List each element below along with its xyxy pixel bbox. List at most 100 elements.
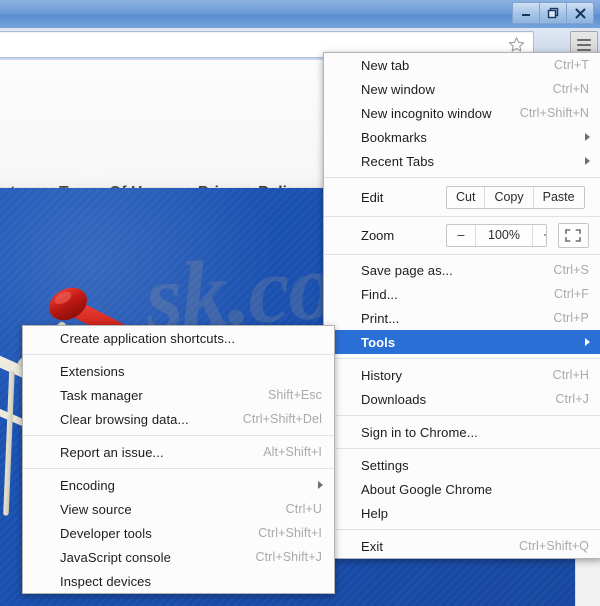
menu-item-shortcut: Ctrl+F <box>554 287 589 301</box>
menu-item-shortcut: Ctrl+Shift+Del <box>242 412 322 426</box>
menu-item-settings[interactable]: Settings <box>324 453 600 477</box>
edit-button-group: Cut Copy Paste <box>446 186 585 209</box>
menu-item-shortcut: Ctrl+Shift+J <box>255 550 322 564</box>
fullscreen-icon <box>565 229 582 242</box>
menu-separator <box>324 177 600 178</box>
menu-item-label: Settings <box>361 457 409 473</box>
menu-item-label: Bookmarks <box>361 129 427 145</box>
menu-item-label: Save page as... <box>361 262 453 278</box>
hamburger-icon-line <box>577 48 591 51</box>
menu-item-label: Zoom <box>361 228 395 243</box>
hamburger-icon-line <box>577 38 591 41</box>
menu-item-label: Developer tools <box>60 525 152 541</box>
menu-item-label: Report an issue... <box>60 444 164 460</box>
submenu-item-javascript-console[interactable]: JavaScript console Ctrl+Shift+J <box>23 545 334 569</box>
menu-item-tools[interactable]: Tools <box>324 330 600 354</box>
zoom-in-button[interactable]: + <box>533 225 546 246</box>
menu-item-history[interactable]: History Ctrl+H <box>324 363 600 387</box>
menu-item-shortcut: Alt+Shift+I <box>263 445 322 459</box>
menu-item-exit[interactable]: Exit Ctrl+Shift+Q <box>324 534 600 558</box>
menu-item-save-page-as[interactable]: Save page as... Ctrl+S <box>324 258 600 282</box>
restore-button[interactable] <box>540 2 567 24</box>
menu-separator <box>23 435 334 436</box>
menu-separator <box>324 415 600 416</box>
menu-separator <box>324 358 600 359</box>
submenu-item-inspect-devices[interactable]: Inspect devices <box>23 569 334 593</box>
paste-button[interactable]: Paste <box>533 187 584 208</box>
menu-item-about-google-chrome[interactable]: About Google Chrome <box>324 477 600 501</box>
chrome-main-menu: New tab Ctrl+T New window Ctrl+N New inc… <box>323 52 600 559</box>
menu-item-shortcut: Ctrl+H <box>552 368 589 382</box>
menu-item-shortcut: Ctrl+Shift+I <box>258 526 322 540</box>
copy-button[interactable]: Copy <box>485 187 534 208</box>
chevron-right-icon <box>585 157 590 165</box>
menu-item-new-window[interactable]: New window Ctrl+N <box>324 77 600 101</box>
chevron-right-icon <box>318 481 323 489</box>
browser-window: out Terms Of Use Privacy Policy <box>0 0 600 606</box>
menu-item-shortcut: Ctrl+P <box>553 311 589 325</box>
menu-item-label: JavaScript console <box>60 549 171 565</box>
menu-item-label: Inspect devices <box>60 573 152 589</box>
menu-item-shortcut: Shift+Esc <box>267 388 322 402</box>
tools-submenu: Create application shortcuts... Extensio… <box>22 325 335 594</box>
menu-item-label: Recent Tabs <box>361 153 435 169</box>
chevron-right-icon <box>585 133 590 141</box>
menu-item-label: Exit <box>361 538 384 554</box>
restore-icon <box>547 7 558 18</box>
menu-item-print[interactable]: Print... Ctrl+P <box>324 306 600 330</box>
menu-item-shortcut: Ctrl+N <box>552 82 589 96</box>
submenu-item-task-manager[interactable]: Task manager Shift+Esc <box>23 383 334 407</box>
menu-item-shortcut: Ctrl+U <box>285 502 322 516</box>
menu-separator <box>324 254 600 255</box>
menu-separator <box>23 468 334 469</box>
menu-item-label: Help <box>361 505 389 521</box>
submenu-item-encoding[interactable]: Encoding <box>23 473 334 497</box>
menu-separator <box>324 216 600 217</box>
menu-item-recent-tabs[interactable]: Recent Tabs <box>324 149 600 173</box>
menu-item-label: About Google Chrome <box>361 481 493 497</box>
menu-item-sign-in-to-chrome[interactable]: Sign in to Chrome... <box>324 420 600 444</box>
menu-item-label: Edit <box>361 190 384 205</box>
minimize-icon <box>522 14 530 16</box>
menu-item-label: Print... <box>361 310 400 326</box>
menu-row-zoom: Zoom – 100% + <box>324 220 600 251</box>
fullscreen-button[interactable] <box>557 223 589 248</box>
menu-separator <box>324 448 600 449</box>
menu-item-shortcut: Ctrl+T <box>554 58 589 72</box>
menu-item-help[interactable]: Help <box>324 501 600 525</box>
menu-separator <box>324 529 600 530</box>
menu-item-shortcut: Ctrl+Shift+N <box>519 106 589 120</box>
submenu-item-report-an-issue[interactable]: Report an issue... Alt+Shift+I <box>23 440 334 464</box>
menu-item-downloads[interactable]: Downloads Ctrl+J <box>324 387 600 411</box>
menu-item-new-tab[interactable]: New tab Ctrl+T <box>324 53 600 77</box>
menu-item-label: View source <box>60 501 132 517</box>
minimize-button[interactable] <box>512 2 540 24</box>
submenu-item-developer-tools[interactable]: Developer tools Ctrl+Shift+I <box>23 521 334 545</box>
close-icon <box>575 8 585 18</box>
menu-item-label: Downloads <box>361 391 427 407</box>
menu-item-label: Find... <box>361 286 398 302</box>
window-controls <box>512 2 594 24</box>
title-bar <box>0 0 600 29</box>
menu-item-label: Create application shortcuts... <box>60 330 236 346</box>
submenu-item-view-source[interactable]: View source Ctrl+U <box>23 497 334 521</box>
menu-item-shortcut: Ctrl+S <box>553 263 589 277</box>
cut-button[interactable]: Cut <box>447 187 486 208</box>
submenu-item-extensions[interactable]: Extensions <box>23 359 334 383</box>
chevron-right-icon <box>585 338 590 346</box>
menu-item-label: Sign in to Chrome... <box>361 424 478 440</box>
menu-item-new-incognito-window[interactable]: New incognito window Ctrl+Shift+N <box>324 101 600 125</box>
menu-item-bookmarks[interactable]: Bookmarks <box>324 125 600 149</box>
menu-item-label: New incognito window <box>361 105 492 121</box>
menu-item-label: Tools <box>361 334 396 350</box>
zoom-out-button[interactable]: – <box>447 225 476 246</box>
menu-item-label: New window <box>361 81 435 97</box>
submenu-item-create-application-shortcuts[interactable]: Create application shortcuts... <box>23 326 334 350</box>
close-button[interactable] <box>567 2 594 24</box>
menu-item-shortcut: Ctrl+J <box>555 392 589 406</box>
submenu-item-clear-browsing-data[interactable]: Clear browsing data... Ctrl+Shift+Del <box>23 407 334 431</box>
hamburger-icon-line <box>577 43 591 46</box>
menu-item-find[interactable]: Find... Ctrl+F <box>324 282 600 306</box>
menu-item-label: History <box>361 367 403 383</box>
menu-item-label: New tab <box>361 57 410 73</box>
